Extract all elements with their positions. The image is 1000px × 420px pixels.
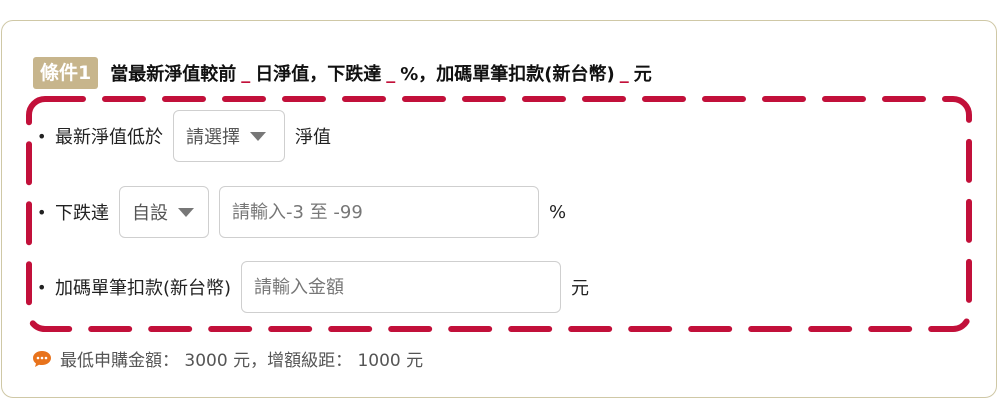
- condition-header: 條件1 當最新淨值較前 _ 日淨值，下跌達 _ %，加碼單筆扣款(新台幣) _ …: [33, 57, 652, 89]
- condition-blank-2: _: [386, 62, 396, 84]
- bullet: •: [37, 202, 47, 222]
- nav-threshold-label: 最新淨值低於: [55, 127, 163, 148]
- top-up-amount-input[interactable]: [241, 261, 562, 313]
- condition-text-1: 當最新淨值較前: [110, 64, 237, 85]
- bullet: •: [37, 277, 47, 297]
- row-nav-threshold: • 最新淨值低於 請選擇 淨值: [37, 110, 331, 162]
- minimum-amount-text: 最低申購金額： 3000 元，增額級距： 1000 元: [60, 351, 424, 371]
- nav-threshold-select-value: 請選擇: [186, 127, 240, 148]
- condition-summary: 當最新淨值較前 _ 日淨值，下跌達 _ %，加碼單筆扣款(新台幣) _ 元: [110, 60, 652, 86]
- speech-bubble-icon: [33, 350, 51, 367]
- condition-badge: 條件1: [33, 57, 99, 89]
- condition-text-3: %，加碼單筆扣款(新台幣): [400, 64, 615, 85]
- condition-blank-1: _: [241, 62, 251, 84]
- caret-down-icon: [178, 207, 194, 217]
- caret-down-icon: [250, 131, 266, 141]
- condition-blank-3: _: [619, 62, 629, 84]
- drop-percent-label: 下跌達: [55, 203, 109, 224]
- nav-threshold-suffix: 淨值: [295, 127, 331, 148]
- drop-percent-select[interactable]: 自設: [119, 186, 209, 238]
- drop-percent-select-value: 自設: [132, 203, 168, 224]
- drop-percent-input[interactable]: [219, 186, 539, 238]
- top-up-amount-label: 加碼單筆扣款(新台幣): [55, 278, 232, 299]
- row-top-up-amount: • 加碼單筆扣款(新台幣) 元: [37, 261, 589, 313]
- row-drop-percent: • 下跌達 自設 %: [37, 186, 566, 238]
- nav-threshold-select[interactable]: 請選擇: [173, 110, 285, 162]
- condition-text-2: 日淨值，下跌達: [255, 64, 382, 85]
- drop-percent-suffix: %: [549, 201, 567, 223]
- minimum-amount-note: 最低申購金額： 3000 元，增額級距： 1000 元: [32, 346, 423, 371]
- condition-text-4: 元: [633, 64, 652, 85]
- bullet: •: [37, 126, 47, 146]
- top-up-amount-suffix: 元: [571, 278, 590, 299]
